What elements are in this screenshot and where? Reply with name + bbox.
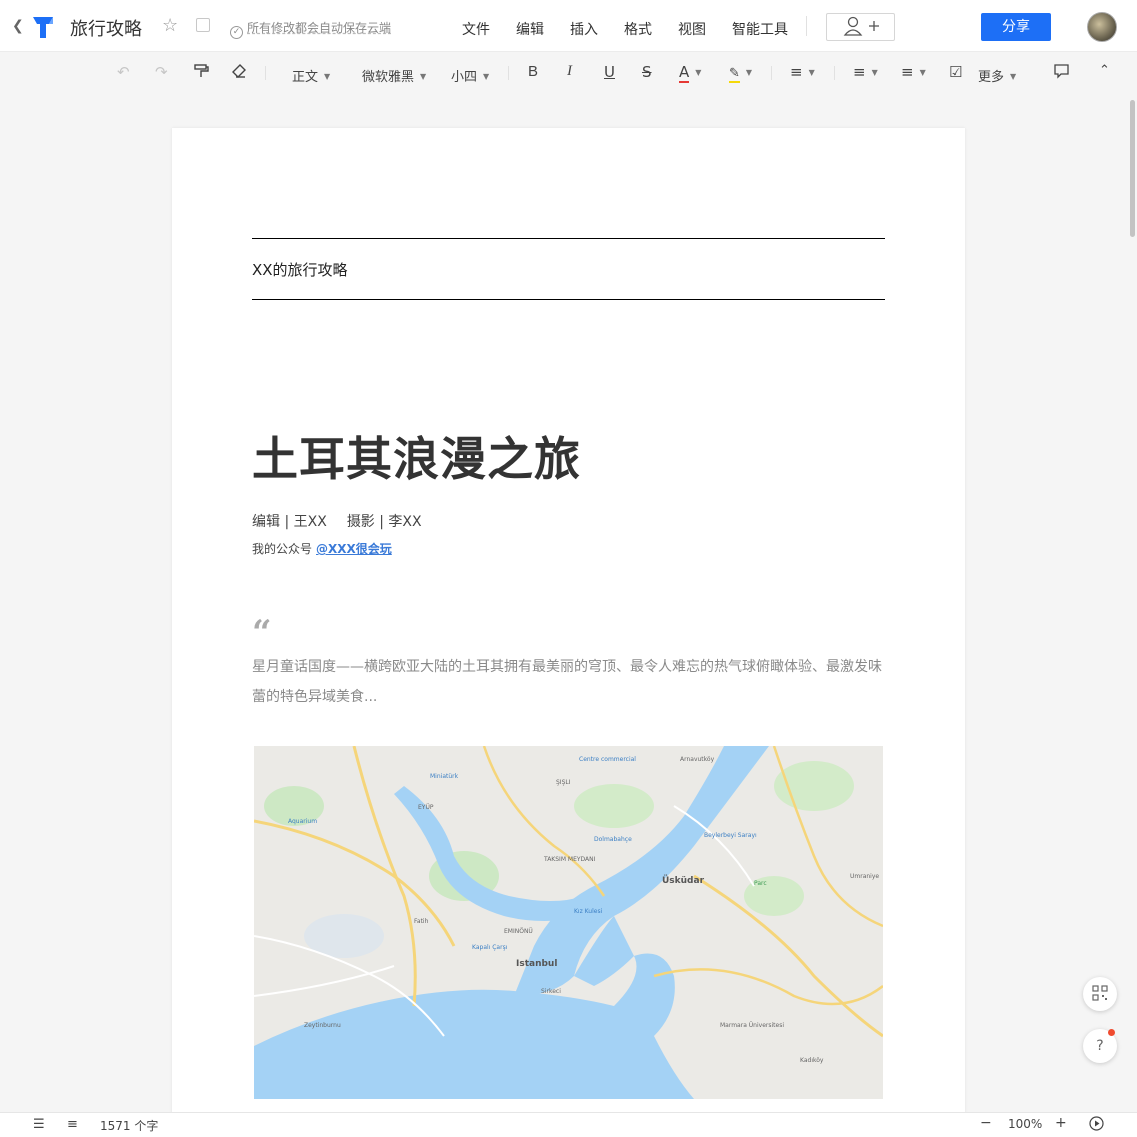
- map-label-eyup: EYÜP: [418, 804, 434, 811]
- highlight-icon[interactable]: ✎ ▼: [729, 63, 752, 83]
- account-line[interactable]: 我的公众号 @XXX很会玩: [252, 540, 392, 557]
- map-label-aquarium: Aquarium: [288, 818, 318, 825]
- toolbar-divider: [771, 66, 772, 80]
- quote-text[interactable]: 星月童话国度——横跨欧亚大陆的土耳其拥有最美丽的穹顶、最令人难忘的热气球俯瞰体验…: [252, 652, 886, 712]
- photographer-credit: 摄影 | 李XX: [346, 514, 422, 530]
- menu-edit[interactable]: 编辑: [516, 19, 544, 39]
- present-icon[interactable]: [1089, 1116, 1104, 1134]
- map-label-istanbul: Istanbul: [516, 959, 558, 969]
- document-page[interactable]: XX的旅行攻略 土耳其浪漫之旅 编辑 | 王XX 摄影 | 李XX 我的公众号 @X…: [172, 128, 965, 1137]
- outline-icon[interactable]: ☰: [33, 1117, 45, 1132]
- map-label-eminonu: EMINÖNÜ: [504, 928, 533, 935]
- account-link[interactable]: @XXX很会玩: [316, 542, 392, 556]
- menu-file[interactable]: 文件: [462, 19, 490, 39]
- header-top-rule: [252, 238, 885, 239]
- qr-code-button[interactable]: [1083, 977, 1117, 1011]
- map-label-kiz-kulesi: Kız Kulesi: [574, 908, 603, 915]
- zoom-in-icon[interactable]: +: [1055, 1115, 1067, 1131]
- map-label-centre-commercial: Centre commercial: [579, 756, 636, 763]
- quote-mark-icon: “: [252, 613, 272, 653]
- star-icon[interactable]: ☆: [162, 15, 178, 36]
- account-prefix: 我的公众号: [252, 542, 313, 556]
- toolbar-divider: [508, 66, 509, 80]
- numbered-list-icon[interactable]: ≡ ▼: [901, 63, 926, 81]
- map-label-kadikoy: Kadıköy: [800, 1057, 824, 1064]
- map-label-fatih: Fatih: [414, 918, 429, 925]
- map-label-uskudar: Üsküdar: [662, 876, 705, 886]
- map-label-beylerbeyi: Beylerbeyi Sarayı: [704, 832, 757, 839]
- back-arrow-icon[interactable]: ❮: [12, 18, 24, 34]
- toolbar-divider: [834, 66, 835, 80]
- font-color-icon[interactable]: A ▼: [679, 63, 701, 83]
- app-logo-icon: [33, 17, 53, 38]
- word-count: 1571 个字: [100, 1119, 159, 1133]
- paragraph-style-select[interactable]: 正文 ▼: [292, 66, 330, 85]
- map-label-sisli: ŞIŞLI: [556, 779, 571, 786]
- menu-view[interactable]: 视图: [678, 19, 706, 39]
- menu-smart-tools[interactable]: 智能工具: [732, 19, 788, 39]
- map-label-miniaturk: Miniatürk: [430, 773, 459, 780]
- menu-format[interactable]: 格式: [624, 19, 652, 39]
- zoom-level[interactable]: 100%: [1008, 1117, 1042, 1131]
- checklist-icon[interactable]: ☑: [949, 63, 962, 81]
- bold-icon[interactable]: B: [528, 63, 538, 80]
- map-label-umraniye: Umraniye: [850, 873, 880, 880]
- font-family-select[interactable]: 微软雅黑 ▼: [362, 66, 426, 85]
- redo-icon[interactable]: ↷: [155, 63, 168, 81]
- format-painter-icon[interactable]: [193, 63, 209, 83]
- header-bottom-rule: [252, 299, 885, 300]
- check-icon: ✓: [230, 26, 243, 39]
- status-bar: [0, 1112, 1137, 1137]
- share-button[interactable]: 分享: [981, 13, 1051, 41]
- map-label-arnavutkoy: Arnavutköy: [680, 756, 715, 763]
- help-icon: ?: [1096, 1038, 1104, 1054]
- qr-code-icon: [1092, 985, 1108, 1001]
- map-label-dolmabahce: Dolmabahçe: [594, 836, 632, 843]
- save-status: ✓ 所有修改都会自动保存云端: [230, 19, 391, 39]
- byline[interactable]: 编辑 | 王XX 摄影 | 李XX: [252, 511, 442, 531]
- map-label-parc: Parc: [754, 880, 767, 887]
- scrollbar-thumb[interactable]: [1130, 100, 1135, 237]
- strikethrough-icon[interactable]: S: [642, 63, 652, 81]
- istanbul-map-graphic: [254, 746, 883, 1099]
- font-size-select[interactable]: 小四 ▼: [451, 66, 489, 85]
- map-label-zeytinburnu: Zeytinburnu: [304, 1022, 341, 1029]
- italic-icon[interactable]: I: [567, 63, 572, 80]
- map-label-sirkeci: Sirkeci: [541, 988, 561, 995]
- add-user-icon: [843, 16, 879, 36]
- toolbar-divider: [265, 66, 266, 80]
- map-label-taksim: TAKSIM MEYDANI: [544, 856, 596, 863]
- document-heading[interactable]: 土耳其浪漫之旅: [252, 423, 581, 489]
- menu-divider: [806, 16, 807, 36]
- collapse-toolbar-icon[interactable]: ⌃: [1099, 63, 1110, 78]
- undo-icon[interactable]: ↶: [117, 63, 130, 81]
- comment-icon[interactable]: [1053, 63, 1070, 83]
- align-icon[interactable]: ≡ ▼: [790, 63, 815, 81]
- avatar[interactable]: [1087, 12, 1117, 42]
- zoom-out-icon[interactable]: −: [980, 1115, 992, 1131]
- map-image[interactable]: Istanbul Üsküdar ŞIŞLI EMINÖNÜ Sirkeci F…: [254, 746, 883, 1099]
- menu-insert[interactable]: 插入: [570, 19, 598, 39]
- add-collaborator-button[interactable]: [826, 13, 895, 41]
- help-button[interactable]: ?: [1083, 1029, 1117, 1063]
- map-label-marmara: Marmara Üniversitesi: [720, 1022, 784, 1029]
- clear-format-icon[interactable]: [231, 63, 247, 83]
- move-to-folder-icon[interactable]: [196, 18, 210, 32]
- editor-credit: 编辑 | 王XX: [252, 514, 327, 530]
- document-title[interactable]: 旅行攻略: [70, 15, 142, 41]
- bullet-list-icon[interactable]: ≡ ▼: [853, 63, 878, 81]
- page-width-icon[interactable]: ≡: [67, 1117, 78, 1132]
- map-label-kapali-carsi: Kapalı Çarşı: [472, 944, 508, 951]
- underline-icon[interactable]: U: [604, 63, 615, 81]
- vertical-scrollbar[interactable]: [1128, 97, 1137, 1112]
- page-header-text[interactable]: XX的旅行攻略: [252, 259, 348, 280]
- more-button[interactable]: 更多 ▼: [978, 66, 1016, 85]
- notification-dot: [1108, 1029, 1115, 1036]
